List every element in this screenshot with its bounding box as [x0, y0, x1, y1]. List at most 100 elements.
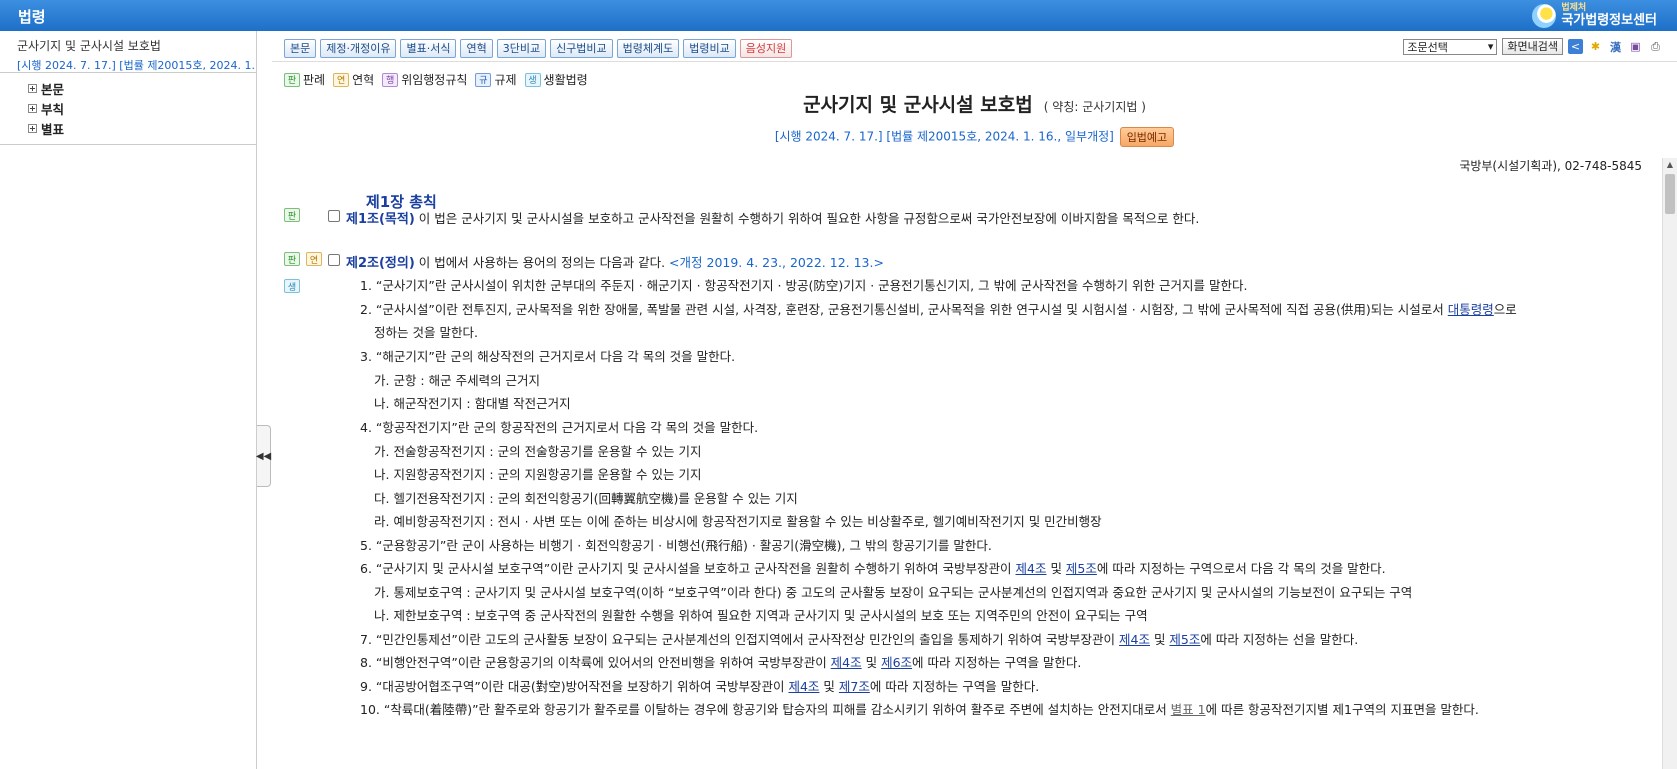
item-1: 1. “군사기지”란 군사시설이 위치한 군부대의 주둔지 · 해군기지 · 항… [360, 278, 1248, 293]
item-2: 2. “군사시설”이란 전투진지, 군사목적을 위한 장애물, 폭발물 관련 시… [360, 299, 1517, 318]
item-text: 및 [861, 655, 882, 670]
law-content: 제1장 총칙 판 제1조(목적) 이 법은 군사기지 및 군사시설을 보호하고 … [272, 182, 1652, 769]
tree-item-label[interactable]: 부칙 [41, 99, 64, 118]
history-badge-icon[interactable]: 연 [306, 252, 322, 266]
item-7: 7. “민간인통제선”이란 고도의 군사활동 보장이 요구되는 군사분계선의 인… [360, 629, 1358, 648]
article-5-link[interactable]: 제5조 [1066, 561, 1097, 576]
tab-history[interactable]: 연혁 [460, 39, 493, 58]
print-icon[interactable]: ⎙ [1648, 39, 1663, 54]
expand-icon[interactable] [28, 123, 37, 133]
item-9: 9. “대공방어협조구역”이란 대공(對空)방어작전을 보장하기 위하여 국방부… [360, 676, 1039, 695]
item-text: 에 따라 지정하는 구역으로서 다음 각 목의 것을 말한다. [1096, 561, 1386, 576]
item-text: 및 [1046, 561, 1066, 576]
article-4-link[interactable]: 제4조 [1119, 632, 1150, 647]
toolbar: 본문 제정·개정이유 별표·서식 연혁 3단비교 신구법비교 법령체계도 법령비… [272, 34, 1677, 62]
precedent-badge-icon[interactable]: 판 [284, 252, 300, 266]
in-page-search-button[interactable]: 화면내검색 [1502, 38, 1563, 55]
article-4-link[interactable]: 제4조 [1016, 561, 1047, 576]
item-6-na: 나. 제한보호구역 : 보호구역 중 군사작전의 원활한 수행을 위하여 필요한… [374, 608, 1148, 623]
law-tree: 본문 부칙 별표 [0, 73, 256, 138]
article-6-link[interactable]: 제6조 [881, 655, 912, 670]
collapse-panel-button[interactable]: ◀◀ [255, 425, 272, 487]
department-contact: 국방부(시설기획과), 02-748-5845 [1459, 159, 1642, 173]
item-text: 8. “비행안전구역”이란 군용항공기의 이착륙에 있어서의 안전비행을 위하여… [360, 655, 831, 670]
item-2-cont: 정하는 것을 말한다. [374, 325, 478, 340]
legend: 판 판례 연 연혁 행 위임행정규칙 규 규제 생 생활법령 [284, 71, 588, 88]
item-4-na: 나. 지원항공작전기지 : 군의 지원항공기를 운용할 수 있는 기지 [374, 467, 702, 482]
article-5-link[interactable]: 제5조 [1169, 632, 1200, 647]
item-4-ra: 라. 예비항공작전기지 : 전시 · 사변 또는 이에 준하는 비상시에 항공작… [374, 514, 1102, 529]
bookmark-star-icon[interactable]: ✱ [1588, 39, 1603, 54]
item-text: 및 [819, 679, 839, 694]
item-5: 5. “군용항공기”란 군이 사용하는 비행기 · 회전익항공기 · 비행선(飛… [360, 538, 992, 553]
chevron-down-icon: ▾ [1487, 40, 1494, 53]
left-law-name[interactable]: 군사기지 및 군사시설 보호법 [17, 37, 256, 54]
appendix-1-link[interactable]: 별표 1 [1171, 702, 1206, 717]
article-select[interactable]: 조문선택 ▾ [1403, 38, 1498, 55]
item-6: 6. “군사기지 및 군사시설 보호구역”이란 군사기지 및 군사시설을 보호하… [360, 558, 1386, 577]
living-law-badge-icon[interactable]: 생 [284, 279, 300, 293]
legend-label: 연혁 [352, 73, 375, 87]
item-text: 9. “대공방어협조구역”이란 대공(對空)방어작전을 보장하기 위하여 국방부… [360, 679, 789, 694]
tab-appendix-forms[interactable]: 별표·서식 [400, 39, 457, 58]
item-3: 3. “해군기지”란 군의 해상작전의 근거지로서 다음 각 목의 것을 말한다… [360, 349, 736, 364]
tree-item-label[interactable]: 본문 [41, 79, 64, 98]
item-text: 으로 [1493, 302, 1517, 317]
precedent-badge-icon[interactable]: 판 [284, 208, 300, 222]
presidential-decree-link[interactable]: 대통령령 [1448, 302, 1494, 317]
item-3-na: 나. 해군작전기지 : 함대별 작전근거지 [374, 396, 571, 411]
article-4-link[interactable]: 제4조 [788, 679, 819, 694]
amendment-note[interactable]: <개정 2019. 4. 23., 2022. 12. 13.> [665, 255, 884, 270]
item-4-ga: 가. 전술항공작전기지 : 군의 전술항공기를 운용할 수 있는 기지 [374, 444, 702, 459]
legend-precedent: 판 판례 [284, 71, 325, 88]
vertical-scrollbar[interactable]: ▲ [1662, 158, 1677, 769]
tree-item-appendix[interactable]: 별표 [28, 118, 256, 138]
tab-law-system[interactable]: 법령체계도 [616, 39, 680, 58]
living-law-badge-icon: 생 [524, 72, 541, 87]
legend-label: 판례 [303, 73, 326, 87]
scroll-thumb[interactable] [1665, 174, 1675, 214]
article-checkbox[interactable] [328, 254, 340, 266]
share-icon[interactable]: < [1568, 39, 1583, 54]
legend-label: 생활법령 [543, 73, 588, 87]
expand-icon[interactable] [28, 103, 37, 113]
article-heading: 제2조(정의) [346, 256, 415, 271]
tab-three-way-compare[interactable]: 3단비교 [496, 39, 547, 58]
tab-law-compare[interactable]: 법령비교 [683, 39, 736, 58]
legend-label: 위임행정규칙 [401, 73, 468, 87]
tree-item-main[interactable]: 본문 [28, 78, 256, 98]
article-7-link[interactable]: 제7조 [839, 679, 870, 694]
article-heading: 제1조(목적) [346, 212, 415, 227]
brand-emblem-icon [1532, 4, 1557, 28]
legend-regulation: 규 규제 [475, 71, 517, 88]
tab-old-new-compare[interactable]: 신구법비교 [550, 39, 613, 58]
tree-item-label[interactable]: 별표 [41, 119, 64, 138]
item-text: 및 [1149, 632, 1170, 647]
save-icon[interactable]: ▣ [1628, 39, 1643, 54]
tab-main-text[interactable]: 본문 [284, 39, 317, 58]
left-panel: 군사기지 및 군사시설 보호법 [시행 2024. 7. 17.] [법률 제2… [0, 31, 257, 769]
item-10: 10. “착륙대(着陸帶)”란 활주로와 항공기가 활주로를 이탈하는 경우에 … [360, 699, 1479, 718]
law-header: 군사기지 및 군사시설 보호법 ( 약칭: 군사기지법 ) [272, 90, 1677, 117]
tab-revision-reason[interactable]: 제정·개정이유 [320, 39, 397, 58]
admin-rule-badge-icon: 행 [382, 72, 399, 87]
left-divider [0, 144, 256, 145]
top-bar: 법령 법제처 국가법령정보센터 [0, 0, 1677, 31]
article-select-value: 조문선택 [1407, 40, 1448, 54]
article-checkbox[interactable] [328, 210, 340, 222]
item-text: 10. “착륙대(着陸帶)”란 활주로와 항공기가 활주로를 이탈하는 경우에 … [360, 702, 1171, 717]
app-title: 법령 [18, 8, 46, 26]
item-text: 에 따라 지정하는 선을 말한다. [1200, 632, 1359, 647]
legislative-notice-button[interactable]: 입법예고 [1119, 127, 1175, 147]
article-4-link[interactable]: 제4조 [831, 655, 862, 670]
double-left-arrow-icon: ◀◀ [255, 450, 272, 462]
expand-icon[interactable] [28, 83, 37, 93]
tree-item-addenda[interactable]: 부칙 [28, 98, 256, 118]
hanja-icon[interactable]: 漢 [1608, 39, 1623, 54]
article-text: 이 법에서 사용하는 용어의 정의는 다음과 같다. [414, 255, 666, 270]
legend-living-law: 생 생활법령 [524, 71, 588, 88]
tab-voice-support[interactable]: 음성지원 [739, 39, 793, 58]
scroll-up-icon[interactable]: ▲ [1663, 158, 1677, 172]
brand-logo[interactable]: 법제처 국가법령정보센터 [1532, 2, 1657, 30]
law-short-name: ( 약칭: 군사기지법 ) [1043, 100, 1146, 114]
